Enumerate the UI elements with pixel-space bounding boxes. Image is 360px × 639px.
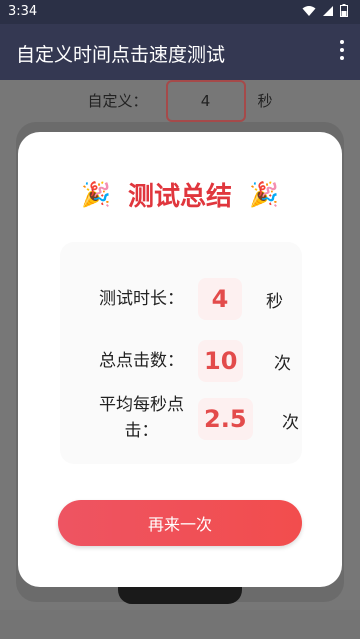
stat-unit: 次 [282,413,299,433]
stat-label-line1: 平均每秒点 [99,395,184,415]
stat-value: 10 [198,340,244,382]
battery-icon [340,4,348,17]
app-title: 自定义时间点击速度测试 [16,44,226,66]
stat-row-clicks: 总点击数： 10 次 [60,336,302,386]
party-popper-icon: 🎉 [249,180,279,209]
dialog-title-row: 🎉 测试总结 🎉 [18,176,342,213]
bottom-area [0,610,360,639]
stat-row-average: 平均每秒点 击： 2.5 次 [60,388,302,452]
app-bar: 自定义时间点击速度测试 [0,24,360,80]
stat-value: 2.5 [198,398,253,440]
stat-unit: 次 [274,354,291,374]
stat-label-line2: 击： [124,421,159,441]
status-bar: 3:34 [0,0,360,24]
status-time: 3:34 [8,4,38,19]
signal-icon [323,5,333,16]
custom-time-unit: 秒 [257,91,273,110]
custom-time-label: 自定义： [87,91,148,110]
stat-label: 平均每秒点 击： [99,392,184,444]
stat-row-duration: 测试时长： 4 秒 [60,274,302,324]
custom-time-input[interactable]: 4 [165,80,246,122]
stat-label: 测试时长： [99,289,184,309]
status-icons [302,4,348,17]
stat-label: 总点击数： [99,351,184,371]
stat-unit: 秒 [266,292,283,312]
custom-time-row: 自定义： 4 秒 [0,80,360,122]
dialog-title: 测试总结 [127,182,232,212]
party-popper-icon: 🎉 [81,180,111,209]
play-again-button[interactable]: 再来一次 [58,500,302,546]
wifi-icon [302,5,316,16]
stat-value: 4 [198,278,242,320]
stats-panel: 测试时长： 4 秒 总点击数： 10 次 平均每秒点 击： 2.5 次 [60,242,302,464]
more-options-icon[interactable] [338,38,346,66]
summary-dialog: 🎉 测试总结 🎉 测试时长： 4 秒 总点击数： 10 次 平均每秒点 击： 2… [18,132,342,587]
